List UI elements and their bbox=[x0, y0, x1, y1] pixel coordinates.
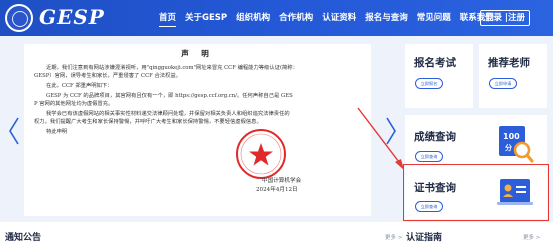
card-title: 报名考试 bbox=[414, 57, 456, 69]
card-title: 证书查询 bbox=[414, 182, 456, 194]
nav-item-partners[interactable]: 合作机构 bbox=[279, 12, 313, 24]
notice-paragraph: P 官网的其他网址均为虚假冒充。 bbox=[34, 100, 364, 108]
notice-line: GESP 为 CCF 的品牌项目，其官网有且仅有一个，即 https://ges… bbox=[46, 93, 293, 99]
banner-area: 声 明 近期，我们注意到有网站涉嫌混淆视听，用"qingguokeji.com"… bbox=[0, 36, 553, 222]
notice-paragraph: 在此，CCF 郑重声明如下： bbox=[46, 82, 371, 90]
chevron-right-icon bbox=[386, 117, 396, 145]
main-nav: 首页 关于GESP 组织机构 合作机构 认证资料 报名与查询 常见问题 联系我们 bbox=[159, 12, 503, 27]
carousel-prev-button[interactable] bbox=[7, 116, 21, 146]
notice-line: 特此申明 bbox=[46, 129, 68, 135]
certificate-id-card-icon bbox=[497, 179, 533, 205]
nav-item-faq[interactable]: 常见问题 bbox=[417, 12, 451, 24]
login-register-button[interactable]: 登录 |注册 bbox=[480, 10, 530, 26]
top-header: GESP 首页 关于GESP 组织机构 合作机构 认证资料 报名与查询 常见问题… bbox=[0, 0, 553, 36]
nav-item-materials[interactable]: 认证资料 bbox=[322, 12, 356, 24]
notice-paragraph: 近期，我们注意到有网站涉嫌混淆视听，用"qingguokeji.com"网址来冒… bbox=[34, 64, 364, 72]
notice-line: 权力。我们提醒广大考生和家长保持警惕，并呼吁广大考生和家长保持警惕，不要轻信虚假… bbox=[34, 119, 262, 125]
carousel-next-button[interactable] bbox=[384, 116, 398, 146]
notice-title: 声 明 bbox=[181, 49, 214, 58]
notice-more-link[interactable]: 更多 > bbox=[385, 233, 402, 241]
chevron-left-icon bbox=[9, 117, 19, 145]
score-magnifier-icon: 100 分 bbox=[499, 126, 534, 163]
card-title: 成绩查询 bbox=[414, 131, 456, 143]
apply-now-button[interactable]: 立即申请 bbox=[489, 78, 517, 89]
nav-item-registration-query[interactable]: 报名与查询 bbox=[365, 12, 408, 24]
nav-item-about[interactable]: 关于GESP bbox=[185, 12, 227, 24]
register-now-button[interactable]: 立即报名 bbox=[415, 78, 443, 89]
guide-more-link[interactable]: 更多 > bbox=[523, 233, 540, 241]
nav-item-home[interactable]: 首页 bbox=[159, 12, 177, 27]
notice-line: 我学会已有该虚假网站的相关事实性材料递交法律顾问处理，并保留对相关负责人和组织追… bbox=[46, 111, 290, 117]
declaration-notice[interactable]: 声 明 近期，我们注意到有网站涉嫌混淆视听，用"qingguokeji.com"… bbox=[24, 44, 371, 216]
notice-line: 近期，我们注意到有网站涉嫌混淆视听，用"qingguokeji.com"网址来冒… bbox=[46, 65, 298, 71]
card-title: 推荐老师 bbox=[488, 57, 530, 69]
recommend-teacher-card[interactable]: 推荐老师 立即申请 bbox=[479, 44, 547, 108]
notice-paragraph: GESP）官网，误导考生和家长，严重侵害了 CCF 合法权益。 bbox=[34, 72, 364, 80]
guide-section-title: 认证指南 bbox=[406, 233, 443, 243]
ccf-logo-seal[interactable] bbox=[5, 4, 33, 32]
red-official-stamp bbox=[236, 129, 286, 179]
notice-line: GESP）官网，误导考生和家长，严重侵害了 CCF 合法权益。 bbox=[34, 73, 181, 79]
register-exam-card[interactable]: 报名考试 立即报名 bbox=[405, 44, 473, 108]
score-query-button[interactable]: 立即查询 bbox=[415, 151, 443, 162]
certificate-query-button[interactable]: 立即查询 bbox=[415, 201, 443, 212]
score-query-card[interactable]: 成绩查询 立即查询 100 分 bbox=[405, 115, 547, 173]
certificate-query-card[interactable]: 证书查询 立即查询 bbox=[405, 166, 547, 219]
notice-section-title: 通知公告 bbox=[5, 233, 42, 243]
nav-item-organization[interactable]: 组织机构 bbox=[236, 12, 270, 24]
gesp-logo-text[interactable]: GESP bbox=[39, 5, 105, 29]
notice-line: P 官网的其他网址均为虚假冒充。 bbox=[34, 101, 114, 107]
signature-organization: 中国计算机学会 bbox=[262, 178, 302, 184]
notice-paragraph: 我学会已有该虚假网站的相关事实性材料递交法律顾问处理，并保留对相关负责人和组织追… bbox=[46, 110, 371, 118]
svg-text:分: 分 bbox=[505, 143, 512, 152]
signature-date: 2024年4月12日 bbox=[256, 187, 298, 193]
notice-paragraph: 特此申明 bbox=[46, 128, 371, 136]
svg-text:100: 100 bbox=[503, 132, 520, 141]
notice-line: 在此，CCF 郑重声明如下： bbox=[46, 83, 113, 89]
notice-paragraph: 权力。我们提醒广大考生和家长保持警惕，并呼吁广大考生和家长保持警惕，不要轻信虚假… bbox=[34, 118, 364, 126]
notice-paragraph: GESP 为 CCF 的品牌项目，其官网有且仅有一个，即 https://ges… bbox=[46, 92, 371, 100]
